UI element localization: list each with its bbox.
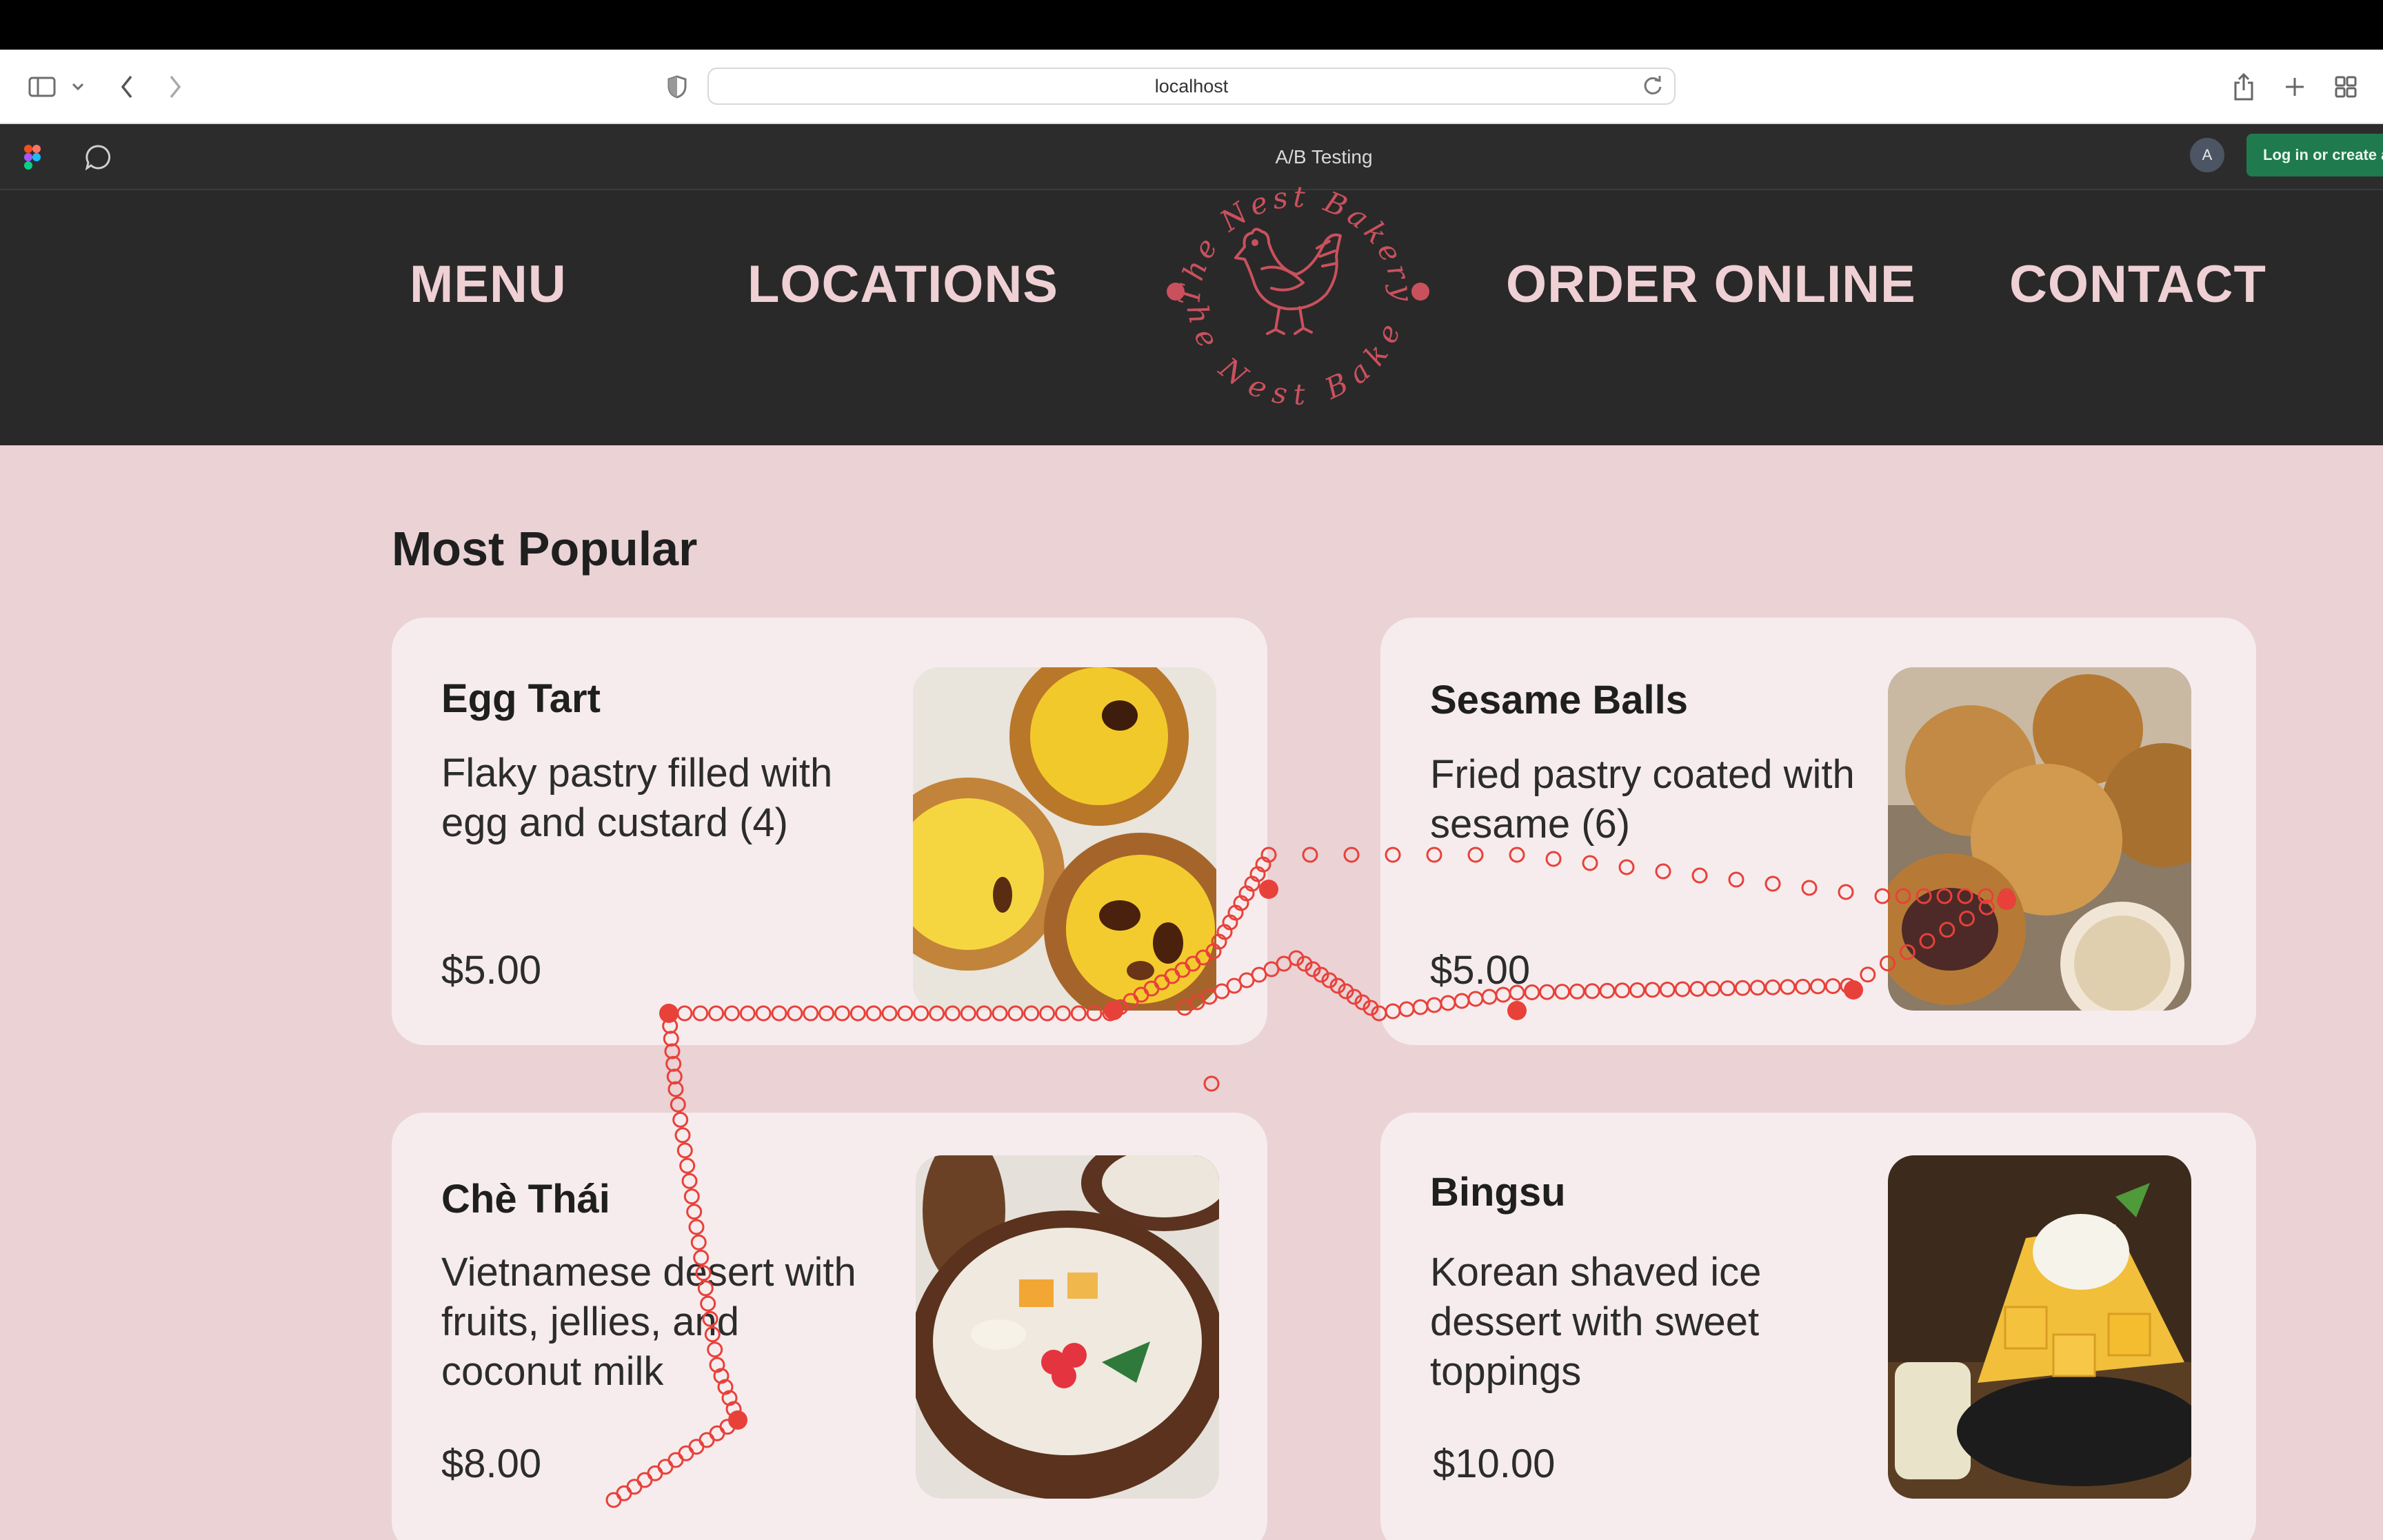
comment-icon[interactable]	[83, 124, 113, 190]
trail-point	[665, 1055, 682, 1072]
item-name: Sesame Balls	[1430, 678, 1689, 722]
address-bar[interactable]: localhost	[707, 68, 1676, 105]
trail-point	[1321, 972, 1338, 989]
trail-point	[1338, 983, 1354, 1000]
reload-icon[interactable]	[1642, 74, 1663, 102]
trail-point	[1302, 847, 1318, 863]
item-price: $8.00	[441, 1441, 542, 1486]
trail-point	[1305, 961, 1321, 977]
os-top-strip	[0, 0, 2383, 50]
item-name: Bingsu	[1430, 1170, 1566, 1215]
url-text: localhost	[1154, 75, 1229, 97]
item-price: $10.00	[1433, 1441, 1556, 1486]
sidebar-icon[interactable]	[25, 50, 59, 124]
forward-icon[interactable]	[161, 50, 189, 124]
chevron-down-icon[interactable]	[68, 50, 88, 124]
trail-point	[1346, 989, 1363, 1005]
new-tab-icon[interactable]	[2281, 50, 2309, 124]
item-price: $5.00	[1430, 948, 1531, 993]
trail-point	[1296, 955, 1313, 972]
trail-point	[1313, 966, 1329, 983]
menu-card-che-thai[interactable]: Chè Thái Vietnamese desert with fruits, …	[392, 1113, 1267, 1540]
trail-point	[1354, 994, 1371, 1011]
trail-point	[667, 1081, 684, 1097]
nav-locations[interactable]: LOCATIONS	[747, 250, 1058, 318]
figma-logo-icon[interactable]	[21, 124, 44, 190]
trail-point	[670, 1096, 686, 1113]
trail-point	[1203, 1075, 1220, 1092]
trail-point	[664, 1043, 681, 1060]
menu-card-bingsu[interactable]: Bingsu Korean shaved ice dessert with sw…	[1380, 1113, 2256, 1540]
item-description: Vietnamese desert with fruits, jellies, …	[441, 1250, 856, 1394]
item-price: $5.00	[441, 948, 542, 993]
login-button[interactable]: Log in or create a	[2246, 134, 2383, 176]
trail-point	[1329, 977, 1346, 994]
sesame-balls-image	[1888, 667, 2191, 1011]
hen-icon	[1234, 227, 1342, 335]
nav-order-online[interactable]: ORDER ONLINE	[1506, 250, 1916, 318]
bakery-logo[interactable]: The Nest Bakery The Nest Bakery	[1147, 160, 1434, 441]
share-icon[interactable]	[2230, 50, 2258, 124]
che-thai-image	[916, 1155, 1219, 1499]
item-description: Korean shaved ice dessert with sweet top…	[1430, 1250, 1762, 1394]
item-name: Egg Tart	[441, 676, 601, 721]
avatar[interactable]: A	[2190, 138, 2224, 172]
menu-card-egg-tart[interactable]: Egg Tart Flaky pastry filled with egg an…	[392, 618, 1267, 1045]
trail-point	[1276, 955, 1292, 972]
trail-point	[1343, 847, 1360, 863]
tab-overview-icon[interactable]	[2332, 50, 2360, 124]
shield-icon[interactable]	[663, 50, 691, 124]
menu-card-sesame-balls[interactable]: Sesame Balls Fried pastry coated with se…	[1380, 618, 2256, 1045]
item-name: Chè Thái	[441, 1177, 610, 1222]
section-title: Most Popular	[392, 522, 698, 576]
nav-contact[interactable]: CONTACT	[2009, 250, 2266, 318]
egg-tart-image	[913, 667, 1216, 1011]
browser-toolbar: localhost	[0, 50, 2383, 124]
trail-point	[1288, 950, 1305, 966]
back-icon[interactable]	[113, 50, 141, 124]
item-description: Fried pastry coated with sesame (6)	[1430, 752, 1855, 847]
trail-point	[666, 1068, 683, 1085]
item-description: Flaky pastry filled with egg and custard…	[441, 751, 833, 845]
bingsu-image	[1888, 1155, 2191, 1499]
nav-menu[interactable]: MENU	[410, 250, 567, 318]
trail-point	[1363, 1000, 1379, 1016]
